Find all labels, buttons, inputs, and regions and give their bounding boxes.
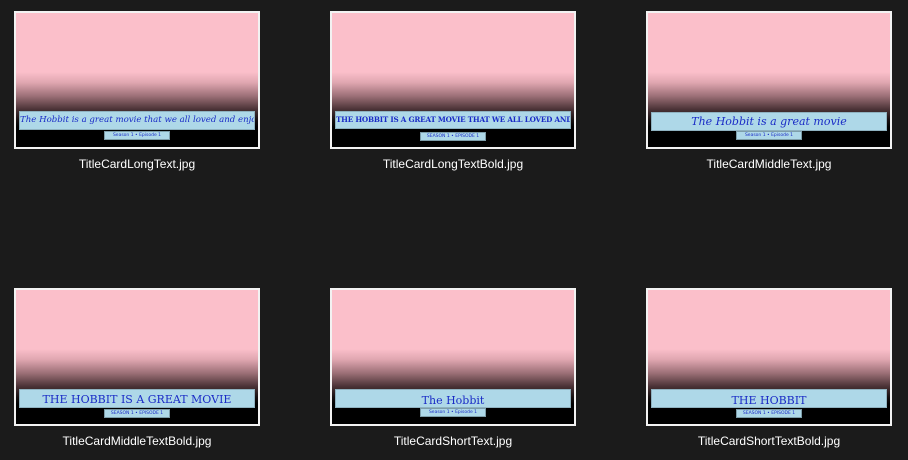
thumbnail-title-text: The Hobbit is a great movie <box>651 112 887 131</box>
image-thumbnail[interactable]: The Hobbit Season 1 • Episode 1 <box>330 288 576 426</box>
thumbnail-subtitle-text: SEASON 1 • EPISODE 1 <box>420 132 486 141</box>
thumbnail-title-text: THE HOBBIT IS A GREAT MOVIE <box>19 389 255 408</box>
file-item-titlecard-middle-text-bold[interactable]: THE HOBBIT IS A GREAT MOVIE SEASON 1 • E… <box>14 288 260 458</box>
file-name-label[interactable]: TitleCardLongTextBold.jpg <box>330 157 576 171</box>
image-thumbnail[interactable]: The Hobbit is a great movie that we all … <box>14 11 260 149</box>
file-name-label[interactable]: TitleCardMiddleText.jpg <box>646 157 892 171</box>
thumbnail-title-text: THE HOBBIT <box>651 389 887 408</box>
thumbnail-subtitle-text: SEASON 1 • EPISODE 1 <box>736 409 802 418</box>
file-item-titlecard-short-text[interactable]: The Hobbit Season 1 • Episode 1 TitleCar… <box>330 288 576 458</box>
file-item-titlecard-long-text[interactable]: The Hobbit is a great movie that we all … <box>14 11 260 181</box>
file-name-label[interactable]: TitleCardMiddleTextBold.jpg <box>14 434 260 448</box>
image-thumbnail[interactable]: THE HOBBIT SEASON 1 • EPISODE 1 <box>646 288 892 426</box>
file-name-label[interactable]: TitleCardShortText.jpg <box>330 434 576 448</box>
file-name-label[interactable]: TitleCardLongText.jpg <box>14 157 260 171</box>
image-thumbnail[interactable]: THE HOBBIT IS A GREAT MOVIE THAT WE ALL … <box>330 11 576 149</box>
thumbnail-subtitle-text: Season 1 • Episode 1 <box>736 131 802 140</box>
thumbnail-subtitle-text: SEASON 1 • EPISODE 1 <box>104 409 170 418</box>
thumbnail-title-text: The Hobbit <box>335 389 571 408</box>
file-item-titlecard-long-text-bold[interactable]: THE HOBBIT IS A GREAT MOVIE THAT WE ALL … <box>330 11 576 181</box>
file-item-titlecard-short-text-bold[interactable]: THE HOBBIT SEASON 1 • EPISODE 1 TitleCar… <box>646 288 892 458</box>
thumbnail-subtitle-text: Season 1 • Episode 1 <box>420 408 486 417</box>
image-thumbnail[interactable]: THE HOBBIT IS A GREAT MOVIE SEASON 1 • E… <box>14 288 260 426</box>
file-item-titlecard-middle-text[interactable]: The Hobbit is a great movie Season 1 • E… <box>646 11 892 181</box>
thumbnail-title-text: THE HOBBIT IS A GREAT MOVIE THAT WE ALL … <box>335 111 571 129</box>
thumbnail-title-text: The Hobbit is a great movie that we all … <box>19 111 255 130</box>
file-name-label[interactable]: TitleCardShortTextBold.jpg <box>646 434 892 448</box>
thumbnail-subtitle-text: Season 1 • Episode 1 <box>104 131 170 140</box>
image-thumbnail[interactable]: The Hobbit is a great movie Season 1 • E… <box>646 11 892 149</box>
